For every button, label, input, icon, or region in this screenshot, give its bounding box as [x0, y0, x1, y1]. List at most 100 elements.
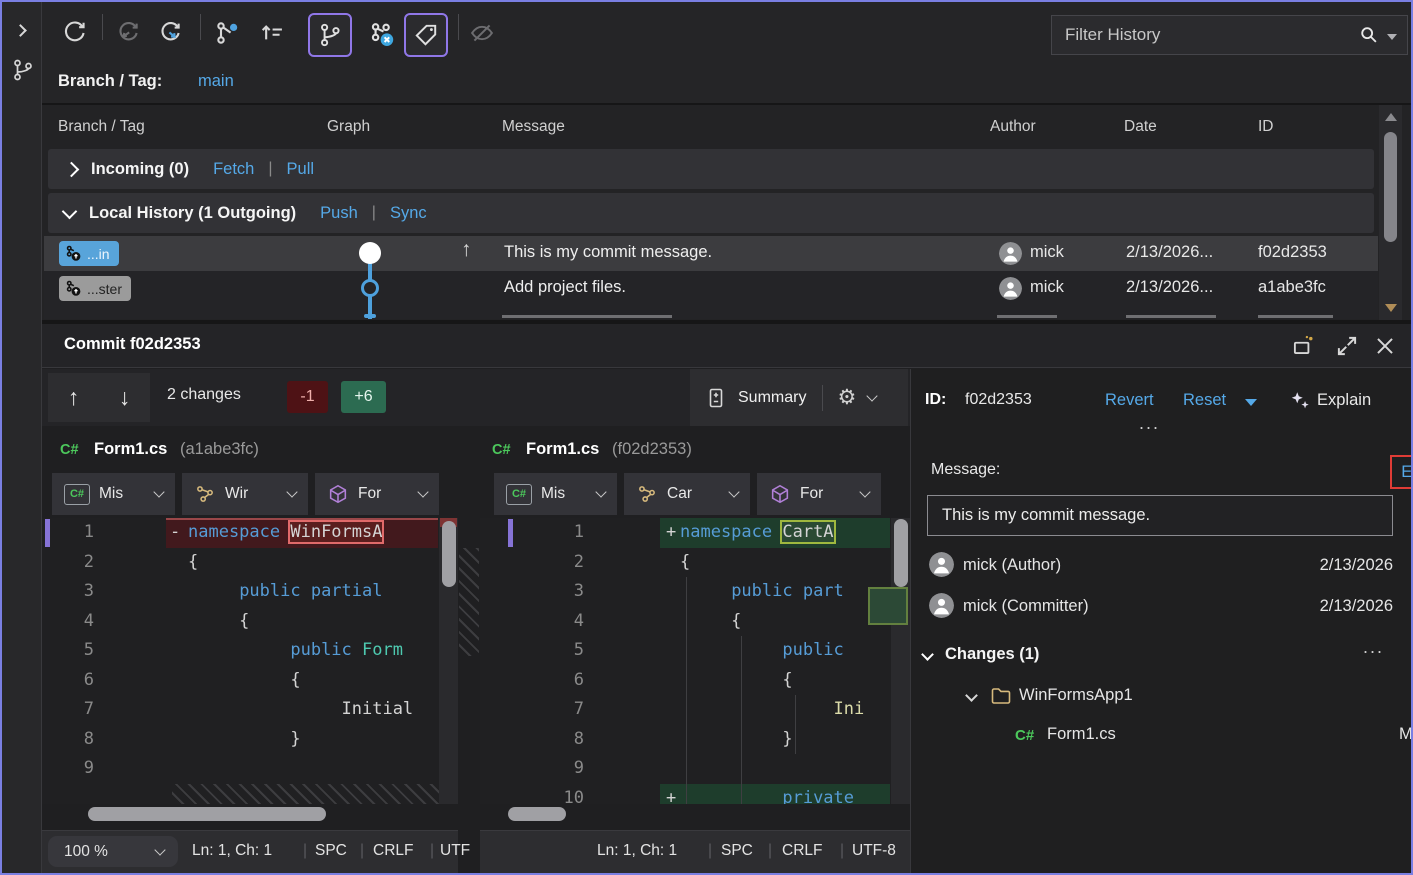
branch-badge-master[interactable]: ...ster: [59, 276, 131, 301]
csharp-file-icon: C#: [64, 484, 90, 505]
right-type-dropdown[interactable]: For: [757, 473, 881, 515]
changes-overflow-button[interactable]: ...: [1363, 637, 1384, 658]
column-branch-tag[interactable]: Branch / Tag: [58, 118, 145, 136]
filter-history-input[interactable]: Filter History: [1051, 15, 1408, 55]
left-scroll-thumb[interactable]: [442, 521, 456, 587]
line-ending-indicator[interactable]: CRLF: [373, 842, 413, 860]
commit-row[interactable]: ...in ↑ This is my commit message. mick …: [44, 236, 1378, 271]
branch-outgoing-icon: [65, 245, 82, 262]
float-window-icon[interactable]: [1290, 333, 1316, 359]
code-line-2: 2{: [480, 548, 910, 578]
zoom-select[interactable]: 100 %: [48, 836, 178, 867]
whitespace-indicator[interactable]: SPC: [721, 842, 753, 860]
commit-author: mick: [1030, 278, 1064, 297]
incoming-group-row[interactable]: Incoming (0) Fetch | Pull: [48, 149, 1374, 189]
dropdown-label: Mis: [99, 485, 123, 503]
left-diff-code[interactable]: 1-namespace WinFormsA2{3 public partial4…: [42, 518, 458, 804]
left-project-dropdown[interactable]: C# Mis: [52, 473, 175, 515]
current-branch-link[interactable]: main: [198, 72, 234, 91]
expand-incoming-icon[interactable]: [64, 161, 80, 177]
right-diff-scrollbar[interactable]: [891, 518, 910, 804]
history-table: Branch / Tag Graph Message Author Date I…: [42, 105, 1413, 320]
diff-settings-caret[interactable]: [867, 390, 878, 401]
summary-diff-icon: [704, 386, 728, 410]
column-id[interactable]: ID: [1258, 118, 1274, 136]
pull-link[interactable]: Pull: [287, 160, 315, 179]
reset-link[interactable]: Reset: [1183, 391, 1226, 410]
dropdown-label: For: [800, 485, 823, 503]
zoom-value: 100 %: [64, 843, 108, 861]
committer-date: 2/13/2026: [1320, 597, 1393, 616]
git-branch-icon[interactable]: [11, 58, 35, 82]
encoding-indicator[interactable]: UTF-8: [852, 842, 896, 860]
next-change-button[interactable]: ↓: [119, 384, 131, 411]
close-icon[interactable]: [1372, 333, 1398, 359]
right-diff-code[interactable]: 1+namespace CartA2{3 public part4 {5 pub…: [480, 518, 910, 804]
expand-panel-icon[interactable]: [14, 24, 27, 37]
indent-guide: [741, 636, 742, 804]
edit-message-link[interactable]: Edit: [1401, 463, 1413, 482]
sync-link[interactable]: Sync: [390, 204, 427, 223]
encoding-indicator[interactable]: UTF: [440, 842, 470, 860]
revert-link[interactable]: Revert: [1105, 391, 1154, 410]
right-hscroll-thumb[interactable]: [508, 807, 566, 821]
commit-list-icon[interactable]: [258, 19, 286, 47]
previous-change-button[interactable]: ↑: [68, 384, 80, 411]
left-type-dropdown[interactable]: For: [315, 473, 439, 515]
branch-compare-icon[interactable]: [214, 19, 242, 47]
left-hscroll-thumb[interactable]: [88, 807, 326, 821]
edit-highlight-box: Edit: [1390, 455, 1413, 489]
history-scroll-thumb[interactable]: [1384, 132, 1397, 242]
delete-branch-icon[interactable]: [362, 15, 402, 55]
code-line-3: 3 public part: [480, 577, 910, 607]
column-message[interactable]: Message: [502, 118, 565, 136]
commit-id-value: f02d2353: [965, 391, 1032, 409]
dropdown-label: Wir: [225, 485, 248, 503]
refresh-icon[interactable]: [60, 19, 88, 47]
collapse-folder-icon[interactable]: [965, 689, 978, 702]
branch-badge-main[interactable]: ...in: [59, 241, 119, 266]
line-ending-indicator[interactable]: CRLF: [782, 842, 822, 860]
right-namespace-dropdown[interactable]: Car: [624, 473, 750, 515]
commit-id-label: ID:: [925, 391, 946, 409]
maximize-icon[interactable]: [1334, 333, 1360, 359]
filter-options-caret[interactable]: [1387, 34, 1397, 40]
right-project-dropdown[interactable]: C# Mis: [494, 473, 617, 515]
left-namespace-dropdown[interactable]: Wir: [182, 473, 308, 515]
reset-caret[interactable]: [1245, 399, 1257, 406]
push-icon[interactable]: [156, 19, 184, 47]
collapse-local-history-icon[interactable]: [62, 203, 78, 219]
column-graph[interactable]: Graph: [327, 118, 370, 136]
collapse-changes-icon[interactable]: [921, 648, 934, 661]
code-line-3: 3 public partial: [42, 577, 458, 607]
diff-settings-gear-icon[interactable]: ⚙: [837, 385, 856, 410]
pull-icon: [114, 19, 142, 47]
commit-row-clipped[interactable]: [44, 306, 1378, 319]
scroll-up-arrow[interactable]: [1385, 113, 1397, 121]
history-scrollbar[interactable]: [1379, 105, 1402, 320]
column-author[interactable]: Author: [990, 118, 1036, 136]
push-link[interactable]: Push: [320, 204, 358, 223]
explain-button[interactable]: Explain: [1317, 391, 1371, 410]
search-icon[interactable]: [1358, 24, 1380, 46]
whitespace-indicator[interactable]: SPC: [315, 842, 347, 860]
commit-row[interactable]: ...ster Add project files. mick 2/13/202…: [44, 271, 1378, 306]
summary-button[interactable]: Summary: [738, 389, 806, 407]
show-tags-toggle[interactable]: [404, 13, 448, 57]
local-history-group-row[interactable]: Local History (1 Outgoing) Push | Sync: [48, 193, 1374, 233]
code-line-5: 5 public: [480, 636, 910, 666]
branch-outgoing-icon: [65, 280, 82, 297]
commit-message-field[interactable]: This is my commit message.: [927, 495, 1393, 536]
tree-folder-label[interactable]: WinFormsApp1: [1019, 686, 1133, 705]
details-overflow-button[interactable]: ...: [1139, 413, 1160, 434]
right-scroll-thumb[interactable]: [894, 519, 908, 587]
fetch-link[interactable]: Fetch: [213, 160, 254, 179]
show-branch-graph-toggle[interactable]: [308, 13, 352, 57]
column-date[interactable]: Date: [1124, 118, 1157, 136]
toolbar-separator: [102, 14, 103, 40]
left-diff-scrollbar[interactable]: [439, 518, 458, 804]
scroll-down-arrow[interactable]: [1385, 304, 1397, 312]
code-line-1: 1-namespace WinFormsA: [42, 518, 458, 548]
tree-file-label[interactable]: Form1.cs: [1047, 725, 1116, 744]
commit-id: f02d2353: [1258, 243, 1327, 262]
